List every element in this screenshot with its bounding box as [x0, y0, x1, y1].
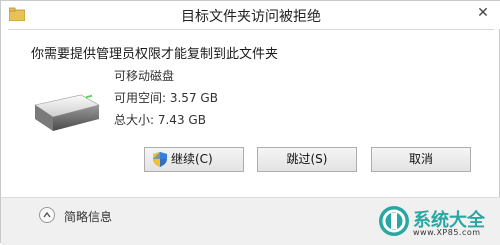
close-button[interactable]: ✕ [475, 5, 491, 21]
dialog-window: 目标文件夹访问被拒绝 ✕ 你需要提供管理员权限才能复制到此文件夹 可移动磁盘 可… [0, 0, 500, 245]
drive-total-size: 总大小: 7.43 GB [114, 113, 206, 127]
continue-label: 继续(C) [171, 152, 213, 166]
details-toggle-label[interactable]: 简略信息 [64, 208, 112, 225]
close-icon: ✕ [477, 5, 489, 21]
drive-name: 可移动磁盘 [114, 69, 175, 83]
cancel-button[interactable]: 取消 [371, 147, 471, 172]
site-watermark: 系统大全 www.XP85.com [379, 206, 499, 244]
skip-button[interactable]: 跳过(S) [257, 147, 357, 172]
continue-button[interactable]: 继续(C) [144, 147, 244, 172]
watermark-logo-icon [379, 206, 409, 236]
title-bar: 目标文件夹访问被拒绝 ✕ [1, 1, 500, 29]
dialog-title: 目标文件夹访问被拒绝 [181, 9, 321, 25]
drive-free-space: 可用空间: 3.57 GB [114, 91, 218, 105]
removable-drive-icon [34, 94, 100, 131]
uac-shield-icon [153, 152, 167, 167]
chevron-up-icon[interactable] [39, 207, 55, 223]
permission-message: 你需要提供管理员权限才能复制到此文件夹 [31, 47, 279, 62]
watermark-url: www.XP85.com [413, 228, 481, 237]
